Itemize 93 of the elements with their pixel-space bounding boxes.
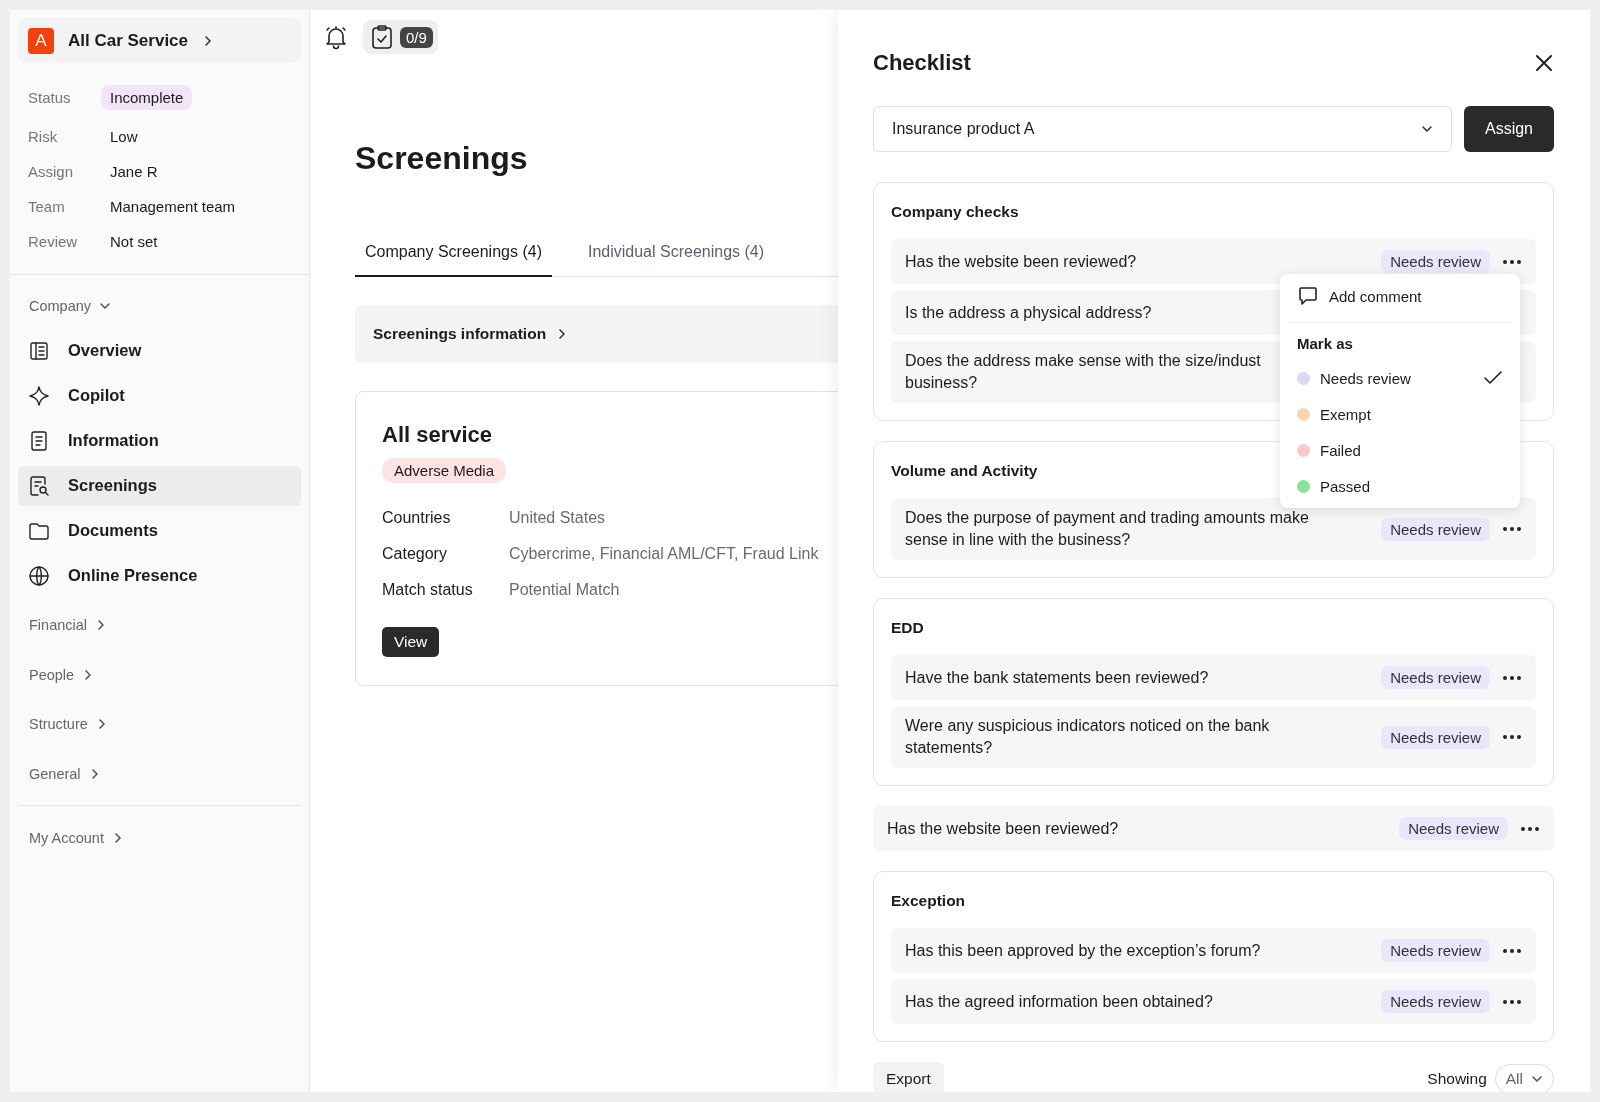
nav-group[interactable]: Company xyxy=(18,281,123,331)
question-text: Has the website been reviewed? xyxy=(905,251,1137,272)
nav-group[interactable]: General xyxy=(18,749,112,799)
tab[interactable]: Individual Screenings (4) xyxy=(577,243,775,277)
chevron-icon xyxy=(1531,1073,1543,1085)
more-icon[interactable] xyxy=(1502,947,1522,954)
detail-value: Low xyxy=(110,128,138,145)
more-icon[interactable] xyxy=(1502,258,1522,265)
nav-item[interactable]: Documents xyxy=(18,510,301,551)
page-title: Screenings xyxy=(355,140,529,177)
checklist-button[interactable]: 0/9 xyxy=(363,20,438,54)
nav-group[interactable]: People xyxy=(18,650,106,700)
status-badge: Needs review xyxy=(1381,939,1490,962)
more-icon[interactable] xyxy=(1502,734,1522,740)
checklist-item[interactable]: Were any suspicious indicators noticed on the bank statements? Needs review xyxy=(891,706,1536,768)
nav-item[interactable]: Screenings xyxy=(18,465,301,506)
checklist-item[interactable]: Has the agreed information been obtained? Needs review xyxy=(891,979,1536,1024)
question-text: Does the purpose of payment and trading amounts make sense in line with the business? xyxy=(905,508,1309,550)
more-icon[interactable] xyxy=(1502,526,1522,532)
section-title: Exception xyxy=(891,892,967,910)
question-text: Has the agreed information been obtained? xyxy=(905,991,1213,1012)
detail-label: Team xyxy=(28,198,66,215)
status-option[interactable]: Needs review xyxy=(1288,360,1512,396)
status-option[interactable]: Failed xyxy=(1288,432,1512,468)
field-value: United States xyxy=(509,509,607,527)
field-label: Countries xyxy=(382,509,452,527)
question-text: Has the website been reviewed? xyxy=(887,818,1119,839)
card-title: All service xyxy=(382,422,494,448)
company-switcher[interactable]: A All Car Service xyxy=(18,18,301,63)
menu-heading: Mark as xyxy=(1288,322,1512,360)
status-badge: Needs review xyxy=(1381,725,1490,749)
filter-dropdown[interactable]: All xyxy=(1494,1064,1554,1092)
assign-button[interactable]: Assign xyxy=(1464,106,1554,152)
category-tag: Adverse Media xyxy=(382,458,507,483)
nav-item[interactable]: Online Presence xyxy=(18,555,301,596)
document-search-icon xyxy=(28,474,50,497)
status-badge: Incomplete xyxy=(101,85,193,110)
filter-label: Showing xyxy=(1427,1070,1487,1088)
globe-icon xyxy=(28,564,50,587)
status-badge: Needs review xyxy=(1381,250,1490,273)
question-text: Has this been approved by the exception’s forum? xyxy=(905,940,1261,961)
check-icon xyxy=(1483,370,1503,386)
status-badge: Needs review xyxy=(1399,817,1508,840)
detail-label: Assign xyxy=(28,163,75,180)
clipboard-check-icon xyxy=(370,24,394,50)
checklist-item[interactable]: Does the purpose of payment and trading amounts make sense in line with the business? Needs review xyxy=(891,498,1536,560)
panel-title: Checklist xyxy=(873,50,971,76)
product-select[interactable]: Insurance product A xyxy=(873,106,1452,152)
company-logo: A xyxy=(28,27,54,54)
nav-item[interactable]: Overview xyxy=(18,330,301,371)
detail-label: Risk xyxy=(28,128,59,145)
chevron-icon xyxy=(1421,123,1433,135)
checklist-item[interactable]: Has the website been reviewed? Needs review xyxy=(873,806,1554,851)
nav-group[interactable]: Structure xyxy=(18,699,119,749)
section-title: EDD xyxy=(891,619,925,637)
bell-icon[interactable] xyxy=(323,24,349,50)
detail-label: Review xyxy=(28,233,79,250)
checklist-item[interactable]: Has this been approved by the exception’s forum? Needs review xyxy=(891,928,1536,973)
chevron-icon xyxy=(202,34,214,47)
comment-icon xyxy=(1297,285,1319,307)
detail-value: Management team xyxy=(110,198,236,215)
status-badge: Needs review xyxy=(1381,666,1490,689)
detail-label: Status xyxy=(28,89,72,106)
more-icon[interactable] xyxy=(1520,825,1540,832)
nav-item[interactable]: Information xyxy=(18,420,301,461)
section-title: Volume and Activity xyxy=(891,462,1039,480)
field-label: Match status xyxy=(382,581,474,599)
question-text: Is the address a physical address? xyxy=(905,302,1152,323)
close-icon[interactable] xyxy=(1534,53,1554,73)
nav-item[interactable]: Copilot xyxy=(18,375,301,416)
nav-group[interactable]: Financial xyxy=(18,600,119,650)
status-badge: Needs review xyxy=(1381,517,1490,541)
more-icon[interactable] xyxy=(1502,998,1522,1005)
section-title: Company checks xyxy=(891,203,1020,221)
more-icon[interactable] xyxy=(1502,674,1522,681)
field-value: Potential Match xyxy=(509,581,621,599)
book-icon xyxy=(28,339,50,362)
question-text: Does the address make sense with the size/indust business? xyxy=(905,351,1261,393)
tab[interactable]: Company Screenings (4) xyxy=(355,243,552,277)
question-text: Were any suspicious indicators noticed on the bank statements? xyxy=(905,716,1270,758)
nav-group[interactable]: My Account xyxy=(18,813,301,863)
status-badge: Needs review xyxy=(1381,990,1490,1013)
document-icon xyxy=(28,429,50,452)
checklist-item[interactable]: Have the bank statements been reviewed? Needs review xyxy=(891,655,1536,700)
detail-value: Not set xyxy=(110,233,158,250)
detail-value: Jane R xyxy=(110,163,158,180)
info-bar[interactable]: Screenings information xyxy=(355,305,838,363)
field-label: Category xyxy=(382,545,448,563)
question-text: Have the bank statements been reviewed? xyxy=(905,667,1209,688)
view-button[interactable]: View xyxy=(382,627,440,657)
sparkle-icon xyxy=(28,384,50,407)
field-value: Cybercrime, Financial AML/CFT, Fraud Link xyxy=(509,545,820,563)
export-button[interactable]: Export xyxy=(873,1062,944,1092)
